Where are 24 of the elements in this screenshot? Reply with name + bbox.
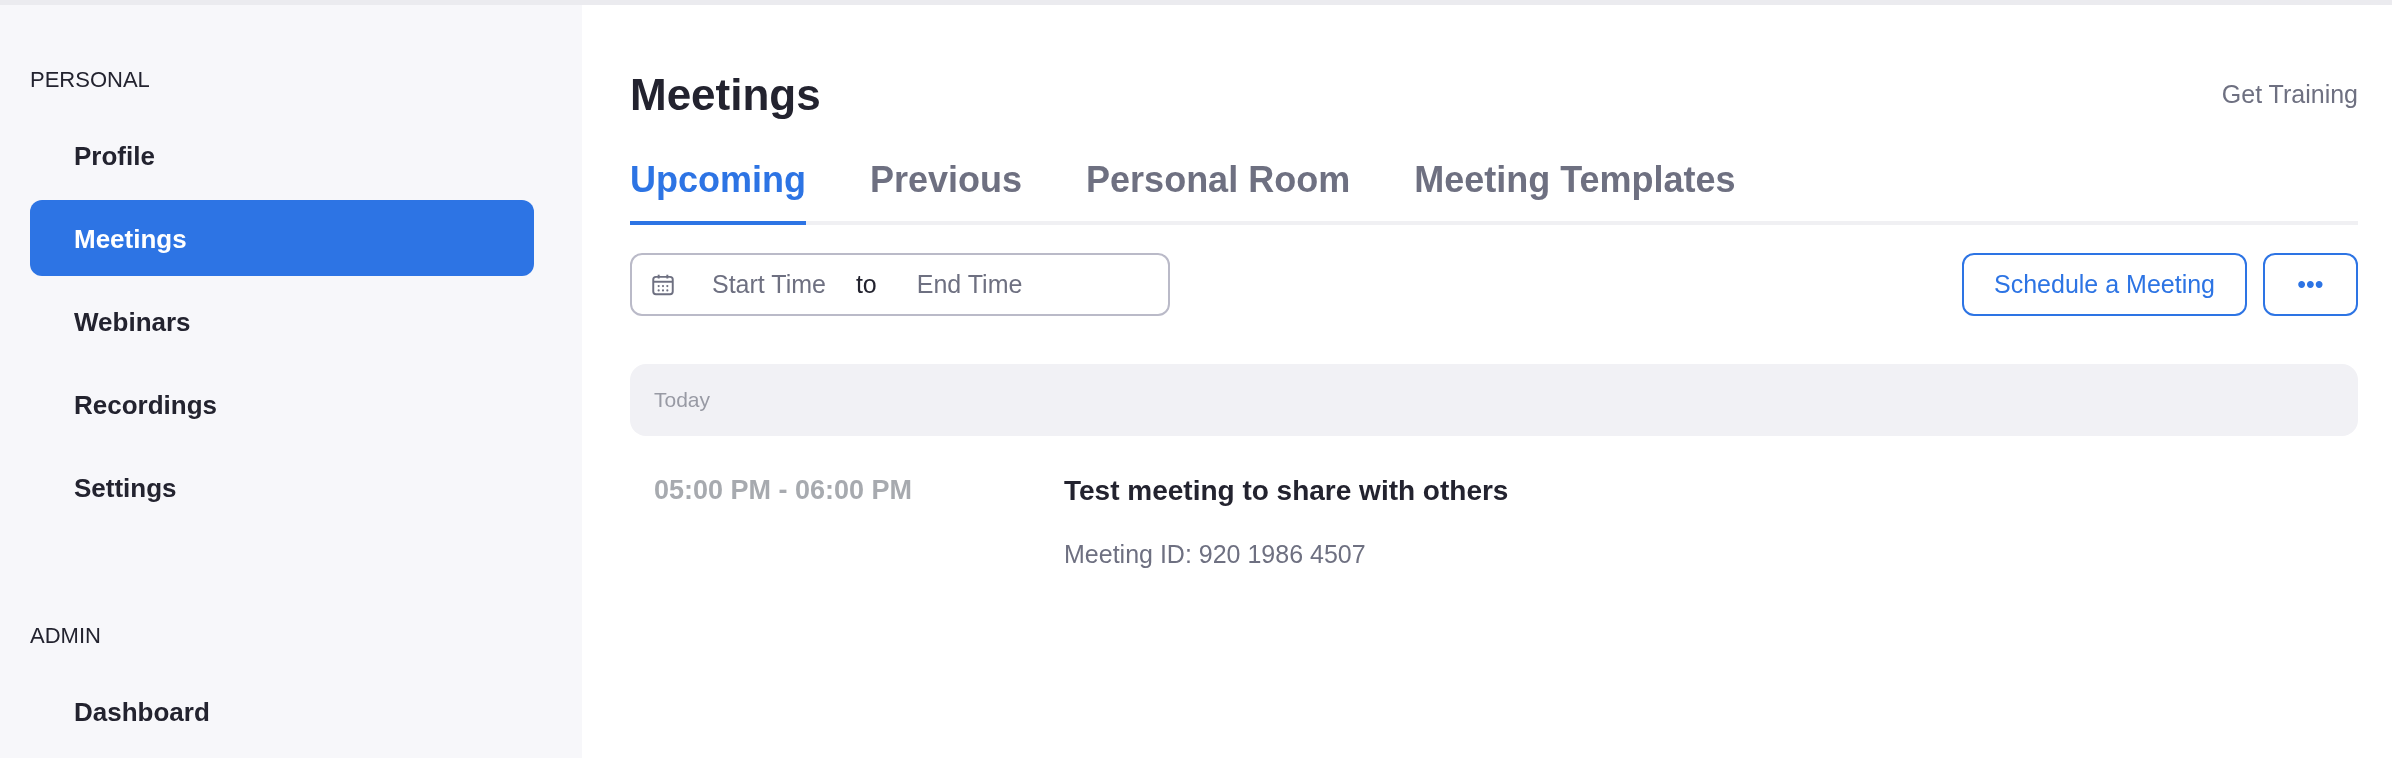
date-range-field[interactable]: Start Time to End Time — [630, 253, 1170, 316]
meeting-title[interactable]: Test meeting to share with others — [1064, 470, 1509, 512]
sidebar-item[interactable]: Dashboard — [30, 673, 534, 749]
meeting-time: 05:00 PM - 06:00 PM — [654, 474, 914, 507]
end-time-placeholder: End Time — [916, 268, 1023, 300]
get-training-link[interactable]: Get Training — [2221, 76, 2358, 114]
tab[interactable]: Meeting Templates — [1414, 153, 1736, 225]
schedule-meeting-button[interactable]: Schedule a Meeting — [1962, 253, 2247, 316]
sidebar-item[interactable]: Profile — [30, 117, 534, 193]
section-label: PERSONAL — [30, 66, 151, 94]
page-title: Meetings — [630, 69, 821, 121]
tab[interactable]: Previous — [870, 153, 1023, 225]
sidebar-item[interactable]: Settings — [30, 449, 534, 525]
more-options-button[interactable]: ••• — [2263, 253, 2358, 316]
section-label: ADMIN — [30, 622, 102, 650]
meeting-id: Meeting ID: 920 1986 4507 — [1064, 539, 1367, 570]
range-separator: to — [855, 268, 877, 300]
date-group-header: Today — [630, 364, 2358, 436]
start-time-placeholder: Start Time — [712, 268, 826, 300]
sidebar-item[interactable]: Meetings — [30, 200, 534, 276]
tab[interactable]: Personal Room — [1086, 153, 1351, 225]
sidebar-item[interactable]: Webinars — [30, 283, 534, 359]
sidebar-item[interactable]: Recordings — [30, 366, 534, 442]
tab[interactable]: Upcoming — [630, 153, 806, 225]
